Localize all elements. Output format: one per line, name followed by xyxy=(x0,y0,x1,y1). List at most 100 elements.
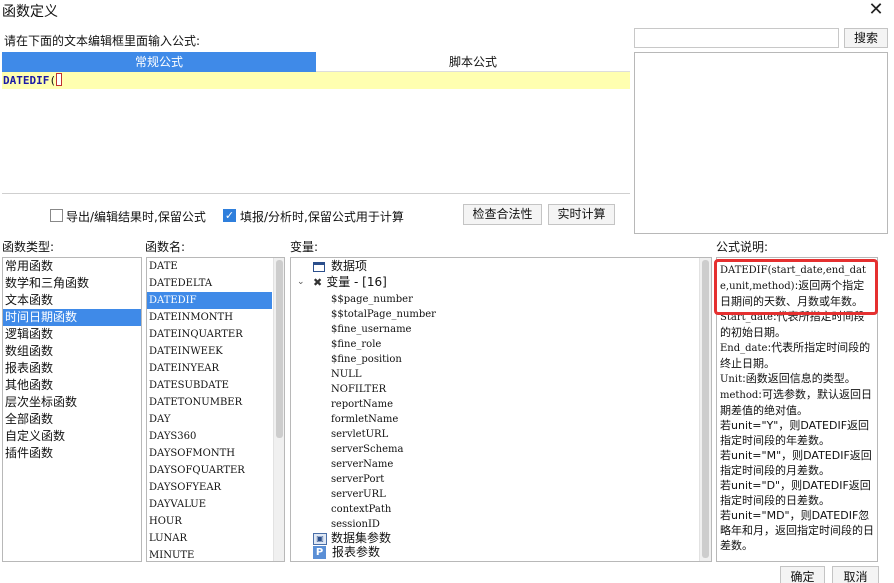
description-line: 若unit="Y"，则DATEDIF返回指定时间段的年差数。 xyxy=(720,418,874,448)
function-name-item[interactable]: DAYSOFQUARTER xyxy=(147,462,272,479)
function-type-item[interactable]: 层次坐标函数 xyxy=(3,394,141,411)
tab-normal-formula[interactable]: 常规公式 xyxy=(2,52,316,72)
variable-item-label: serverPort xyxy=(331,474,385,485)
variable-dataset-params-label: 数据集参数 xyxy=(331,531,392,545)
keep-on-fill-checkbox[interactable]: ✓ xyxy=(223,209,236,222)
variable-item-label: serverSchema xyxy=(331,444,404,455)
search-button[interactable]: 搜索 xyxy=(844,28,888,48)
function-name-item[interactable]: DATEINWEEK xyxy=(147,343,272,360)
function-name-item[interactable]: DAY xyxy=(147,411,272,428)
variable-item[interactable]: serverURL xyxy=(331,486,386,501)
search-result-panel xyxy=(634,52,888,234)
function-name-item[interactable]: MINUTE xyxy=(147,547,272,561)
variable-item[interactable]: NOFILTER xyxy=(331,381,386,396)
function-name-item[interactable]: DAYS360 xyxy=(147,428,272,445)
cancel-button[interactable]: 取消 xyxy=(832,566,879,583)
description-param-name: End_date xyxy=(720,343,768,354)
function-type-item[interactable]: 数学和三角函数 xyxy=(3,275,141,292)
realtime-calc-button[interactable]: 实时计算 xyxy=(548,204,615,225)
variable-item[interactable]: NULL xyxy=(331,366,361,381)
function-name-item[interactable]: DATETONUMBER xyxy=(147,394,272,411)
variable-dataset-params[interactable]: ▣ 数据集参数 xyxy=(313,531,391,546)
function-name-item[interactable]: LUNAR xyxy=(147,530,272,547)
function-name-item[interactable]: DAYVALUE xyxy=(147,496,272,513)
formula-description-label: 公式说明: xyxy=(716,240,769,254)
function-type-item[interactable]: 自定义函数 xyxy=(3,428,141,445)
current-line-highlight xyxy=(2,72,630,89)
window-title: 函数定义 xyxy=(2,4,58,20)
keep-on-export-label: 导出/编辑结果时,保留公式 xyxy=(66,210,206,224)
function-type-item[interactable]: 时间日期函数 xyxy=(3,309,141,326)
variable-data-item[interactable]: 数据项 xyxy=(313,259,367,274)
function-type-item[interactable]: 文本函数 xyxy=(3,292,141,309)
function-type-item[interactable]: 报表函数 xyxy=(3,360,141,377)
formula-open-paren: ( xyxy=(49,74,56,87)
function-name-item[interactable]: DATE xyxy=(147,258,272,275)
close-icon[interactable]: ✕ xyxy=(862,0,890,22)
search-input[interactable] xyxy=(634,28,839,48)
variable-item[interactable]: serverName xyxy=(331,456,393,471)
report-params-icon: P xyxy=(313,546,326,559)
function-type-item[interactable]: 常用函数 xyxy=(3,258,141,275)
variable-group[interactable]: ⌄ ✖ 变量 - [16] xyxy=(297,275,387,290)
variable-scrollbar[interactable] xyxy=(699,258,711,561)
variable-item[interactable]: $fine_username xyxy=(331,321,411,336)
variable-item-label: sessionID xyxy=(331,519,380,530)
description-param-name: method xyxy=(720,390,759,401)
variable-item-label: NULL xyxy=(331,369,362,380)
variable-item-label: contextPath xyxy=(331,504,392,515)
function-name-label: 函数名: xyxy=(145,240,186,254)
description-param-name: Unit xyxy=(720,374,743,385)
formula-edit-area[interactable] xyxy=(2,89,630,193)
chevron-down-icon: ⌄ xyxy=(297,277,305,287)
variable-item[interactable]: reportName xyxy=(331,396,393,411)
function-name-item[interactable]: DATEINQUARTER xyxy=(147,326,272,343)
function-name-scroll-thumb[interactable] xyxy=(276,260,283,438)
variable-tree[interactable]: 数据项 ⌄ ✖ 变量 - [16] $$page_number $$totalPage_n… xyxy=(290,257,712,562)
function-name-item[interactable]: HOUR xyxy=(147,513,272,530)
function-name-item[interactable]: DAYSOFMONTH xyxy=(147,445,272,462)
variable-item[interactable]: sessionID xyxy=(331,516,380,531)
highlight-annotation xyxy=(714,259,878,315)
variable-item[interactable]: serverPort xyxy=(331,471,384,486)
function-name-list[interactable]: DATE DATEDELTA DATEDIF DATEINMONTH DATEINQUA… xyxy=(146,257,285,562)
function-name-item[interactable]: DAYSOFYEAR xyxy=(147,479,272,496)
variable-item[interactable]: formletName xyxy=(331,411,398,426)
function-type-item[interactable]: 数组函数 xyxy=(3,343,141,360)
ok-button[interactable]: 确定 xyxy=(780,566,825,583)
variable-item[interactable]: serverSchema xyxy=(331,441,403,456)
input-prompt: 请在下面的文本编辑框里面输入公式: xyxy=(4,34,201,48)
variable-report-params[interactable]: P 报表参数 xyxy=(313,545,380,560)
function-name-item[interactable]: DATEINYEAR xyxy=(147,360,272,377)
description-line: End_date:代表所指定时间段的终止日期。 xyxy=(720,340,874,371)
function-type-label: 函数类型: xyxy=(2,240,55,254)
function-name-scrollbar[interactable] xyxy=(273,258,284,561)
variable-item[interactable]: servletURL xyxy=(331,426,388,441)
function-name-item[interactable]: DATEDELTA xyxy=(147,275,272,292)
variable-group-label: 变量 - [16] xyxy=(326,275,387,289)
formula-code[interactable]: DATEDIF( xyxy=(3,72,62,89)
variable-item-label: $$page_number xyxy=(331,294,413,305)
variable-item[interactable]: $$page_number xyxy=(331,291,413,306)
function-name-item[interactable]: DATESUBDATE xyxy=(147,377,272,394)
function-name-item[interactable]: DATEDIF xyxy=(147,292,272,309)
formula-function-name: DATEDIF xyxy=(3,74,50,87)
function-name-item[interactable]: DATEINMONTH xyxy=(147,309,272,326)
function-type-item[interactable]: 插件函数 xyxy=(3,445,141,462)
variable-item[interactable]: contextPath xyxy=(331,501,391,516)
function-type-item[interactable]: 其他函数 xyxy=(3,377,141,394)
function-type-item[interactable]: 全部函数 xyxy=(3,411,141,428)
check-validity-button[interactable]: 检查合法性 xyxy=(463,204,542,225)
variable-item[interactable]: $$totalPage_number xyxy=(331,306,436,321)
description-param-text: :函数返回信息的类型。 xyxy=(742,372,856,385)
function-type-list[interactable]: 常用函数 数学和三角函数 文本函数 时间日期函数 逻辑函数 数组函数 报表函数 其他函数 层次坐… xyxy=(2,257,142,562)
tab-script-formula[interactable]: 脚本公式 xyxy=(316,52,630,72)
variable-item-label: $fine_role xyxy=(331,339,382,350)
variable-item-label: $fine_username xyxy=(331,324,412,335)
description-line: 若unit="MD"，则DATEDIF忽略年和月，返回指定时间段的日差数。 xyxy=(720,508,874,553)
variable-item[interactable]: $fine_position xyxy=(331,351,402,366)
variable-scroll-thumb[interactable] xyxy=(702,260,709,558)
variable-item[interactable]: $fine_role xyxy=(331,336,381,351)
keep-on-export-checkbox[interactable] xyxy=(50,209,63,222)
function-type-item[interactable]: 逻辑函数 xyxy=(3,326,141,343)
